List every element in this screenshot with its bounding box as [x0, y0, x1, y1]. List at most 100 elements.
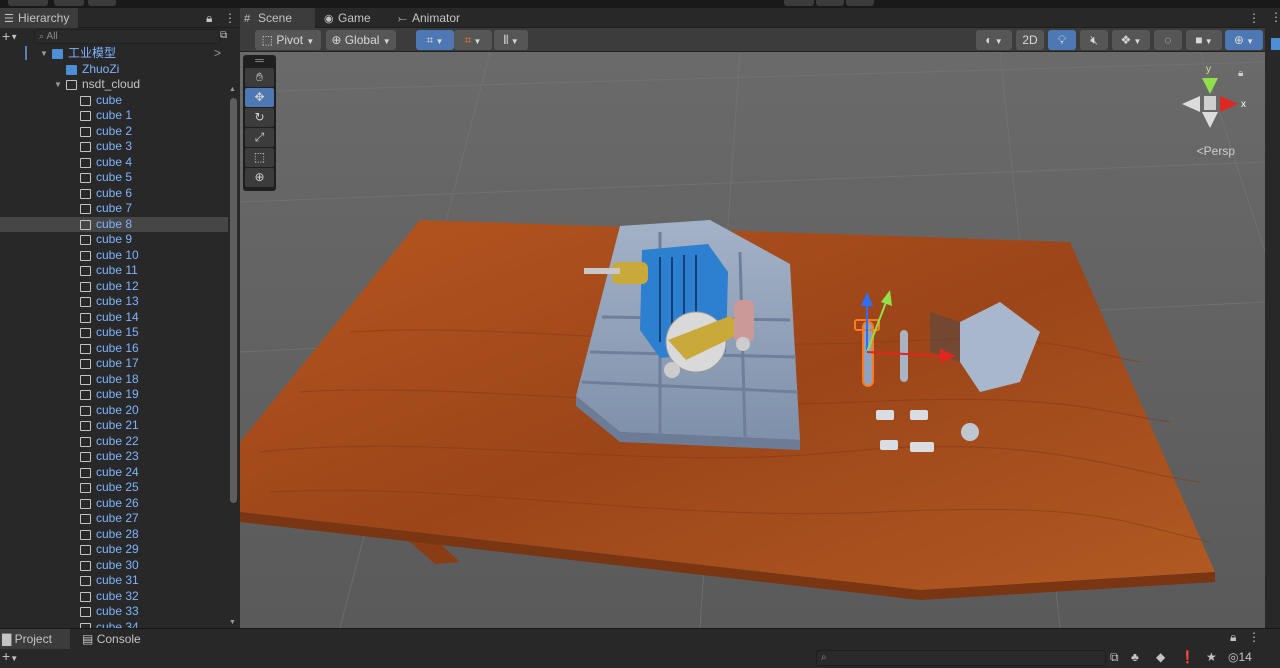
draw-mode-dropdown[interactable]: ◐ ▼: [976, 30, 1012, 50]
transform-tool-icon[interactable]: ⊕: [245, 168, 274, 187]
hierarchy-item[interactable]: cube 9: [0, 232, 228, 248]
more-options-icon[interactable]: ⋮: [1248, 8, 1260, 28]
hidden-packages-icon[interactable]: ◎14: [1228, 650, 1252, 664]
scroll-up-arrow-icon[interactable]: ▲: [229, 86, 236, 93]
hierarchy-item[interactable]: cube 5: [0, 170, 228, 186]
open-prefab-arrow-icon[interactable]: >: [214, 46, 221, 62]
hierarchy-item[interactable]: cube 31: [0, 573, 228, 589]
hierarchy-item[interactable]: cube 12: [0, 279, 228, 295]
tab-scene[interactable]: # Scene: [240, 8, 315, 28]
lock-icon[interactable]: 🔒︎: [206, 8, 212, 28]
2d-toggle-button[interactable]: 2D: [1016, 30, 1044, 50]
search-by-type-icon[interactable]: ⧉: [1110, 650, 1119, 665]
hierarchy-item[interactable]: cube 24: [0, 465, 228, 481]
shading-icon: ◐: [985, 33, 993, 47]
hierarchy-item[interactable]: cube 1: [0, 108, 228, 124]
pause-button[interactable]: [816, 0, 844, 6]
hierarchy-item[interactable]: cube 8: [0, 216, 228, 232]
project-search-input[interactable]: ⌕: [816, 650, 1106, 666]
hierarchy-item[interactable]: cube 33: [0, 604, 228, 620]
step-button[interactable]: [846, 0, 874, 6]
hierarchy-parent-item[interactable]: ZhuoZi: [0, 62, 228, 78]
filter-by-type-icon[interactable]: ♣: [1131, 650, 1139, 664]
hierarchy-search-input[interactable]: ⌕ All: [34, 29, 220, 44]
hierarchy-item[interactable]: cube 10: [0, 248, 228, 264]
more-options-icon[interactable]: ⋮: [224, 8, 236, 28]
more-options-icon[interactable]: ⋮: [1270, 10, 1280, 24]
effects-dropdown[interactable]: ❖ ▼: [1112, 30, 1150, 50]
create-add-button[interactable]: +▼: [2, 29, 18, 44]
hierarchy-item[interactable]: cube 14: [0, 310, 228, 326]
hierarchy-item[interactable]: cube 34: [0, 620, 228, 628]
increment-snap-button[interactable]: ⌗ ▼: [454, 30, 492, 50]
search-by-type-icon[interactable]: ⧉: [220, 29, 234, 44]
create-add-button[interactable]: +▼: [2, 648, 18, 664]
tab-console[interactable]: ▤ Console: [80, 629, 160, 649]
scale-tool-icon[interactable]: ⤢: [245, 128, 274, 147]
play-button[interactable]: [784, 0, 814, 6]
hierarchy-scrollbar[interactable]: ▲ ▼: [228, 84, 240, 628]
toolbar-collab-button[interactable]: [88, 0, 116, 6]
gizmos-dropdown[interactable]: ⊕ ▼: [1225, 30, 1263, 50]
rotate-tool-icon[interactable]: ↻: [245, 108, 274, 127]
lock-icon[interactable]: 🔒︎: [1230, 630, 1236, 645]
hierarchy-item[interactable]: cube 22: [0, 434, 228, 450]
hand-tool-icon[interactable]: ✋︎: [245, 68, 274, 87]
tab-animator[interactable]: ⤚ Animator: [394, 8, 474, 28]
toolbar-cloud-button[interactable]: [54, 0, 84, 6]
hierarchy-item[interactable]: cube 20: [0, 403, 228, 419]
hierarchy-item[interactable]: cube 19: [0, 387, 228, 403]
hierarchy-item[interactable]: cube 7: [0, 201, 228, 217]
grid-snap-button[interactable]: ⌗ ▼: [416, 30, 454, 50]
hierarchy-item[interactable]: cube 17: [0, 356, 228, 372]
hierarchy-item[interactable]: cube 29: [0, 542, 228, 558]
hierarchy-item[interactable]: cube 11: [0, 263, 228, 279]
global-dropdown[interactable]: ⊕ Global ▼: [326, 30, 396, 50]
gizmo-lock-icon[interactable]: 🔒︎: [1238, 68, 1243, 79]
hierarchy-item[interactable]: cube 4: [0, 155, 228, 171]
hierarchy-parent-item[interactable]: ▼ nsdt_cloud: [0, 77, 228, 93]
audio-toggle-button[interactable]: 🔇︎: [1080, 30, 1108, 50]
tools-grip-handle[interactable]: ═: [245, 54, 274, 67]
lighting-toggle-button[interactable]: 💡︎: [1048, 30, 1076, 50]
hierarchy-item[interactable]: cube 13: [0, 294, 228, 310]
scroll-down-arrow-icon[interactable]: ▼: [229, 619, 236, 626]
hierarchy-item-label: cube 22: [96, 433, 139, 448]
expand-arrow-icon[interactable]: ▼: [54, 77, 62, 93]
hierarchy-item[interactable]: cube 26: [0, 496, 228, 512]
scene-viewport[interactable]: y x 🔒︎ ═ ✋︎ ✥ ↻ ⤢ ⬚ ⊕ <Persp: [240, 52, 1265, 628]
rect-tool-icon[interactable]: ⬚: [245, 148, 274, 167]
hierarchy-item[interactable]: cube 21: [0, 418, 228, 434]
scene-visibility-button[interactable]: ◌: [1154, 30, 1182, 50]
hierarchy-item[interactable]: cube 30: [0, 558, 228, 574]
camera-dropdown[interactable]: ■ ▼: [1186, 30, 1222, 50]
tab-game[interactable]: ◉ Game: [320, 8, 382, 28]
persp-label[interactable]: <Persp: [1197, 144, 1235, 158]
move-tool-icon[interactable]: ✥: [245, 88, 274, 107]
hierarchy-item[interactable]: cube 2: [0, 124, 228, 140]
expand-arrow-icon[interactable]: ▼: [40, 46, 48, 62]
hierarchy-item[interactable]: cube 16: [0, 341, 228, 357]
align-button[interactable]: ⦀ ▼: [494, 30, 528, 50]
favorite-star-icon[interactable]: ★: [1206, 650, 1217, 664]
warning-icon[interactable]: ❗: [1180, 650, 1195, 664]
more-options-icon[interactable]: ⋮: [1248, 630, 1260, 644]
pivot-dropdown[interactable]: ⬚ Pivot ▼: [255, 30, 321, 50]
hierarchy-item[interactable]: cube 15: [0, 325, 228, 341]
hierarchy-item[interactable]: cube 27: [0, 511, 228, 527]
toolbar-account-button[interactable]: [8, 0, 48, 6]
hierarchy-item[interactable]: cube: [0, 93, 228, 109]
label-tag-icon[interactable]: ◆: [1156, 650, 1165, 664]
hierarchy-item[interactable]: cube 23: [0, 449, 228, 465]
hierarchy-item[interactable]: cube 18: [0, 372, 228, 388]
hierarchy-item[interactable]: cube 28: [0, 527, 228, 543]
tab-hierarchy[interactable]: ☰ Hierarchy: [0, 8, 78, 28]
tab-project[interactable]: ▇ Project: [0, 629, 70, 649]
hierarchy-item[interactable]: cube 6: [0, 186, 228, 202]
scrollbar-thumb[interactable]: [230, 98, 237, 503]
cube-icon: [66, 80, 77, 90]
hierarchy-item[interactable]: cube 25: [0, 480, 228, 496]
hierarchy-item[interactable]: cube 32: [0, 589, 228, 605]
hierarchy-item[interactable]: cube 3: [0, 139, 228, 155]
hierarchy-parent-item[interactable]: ▼ 工业模型 >: [0, 46, 228, 62]
